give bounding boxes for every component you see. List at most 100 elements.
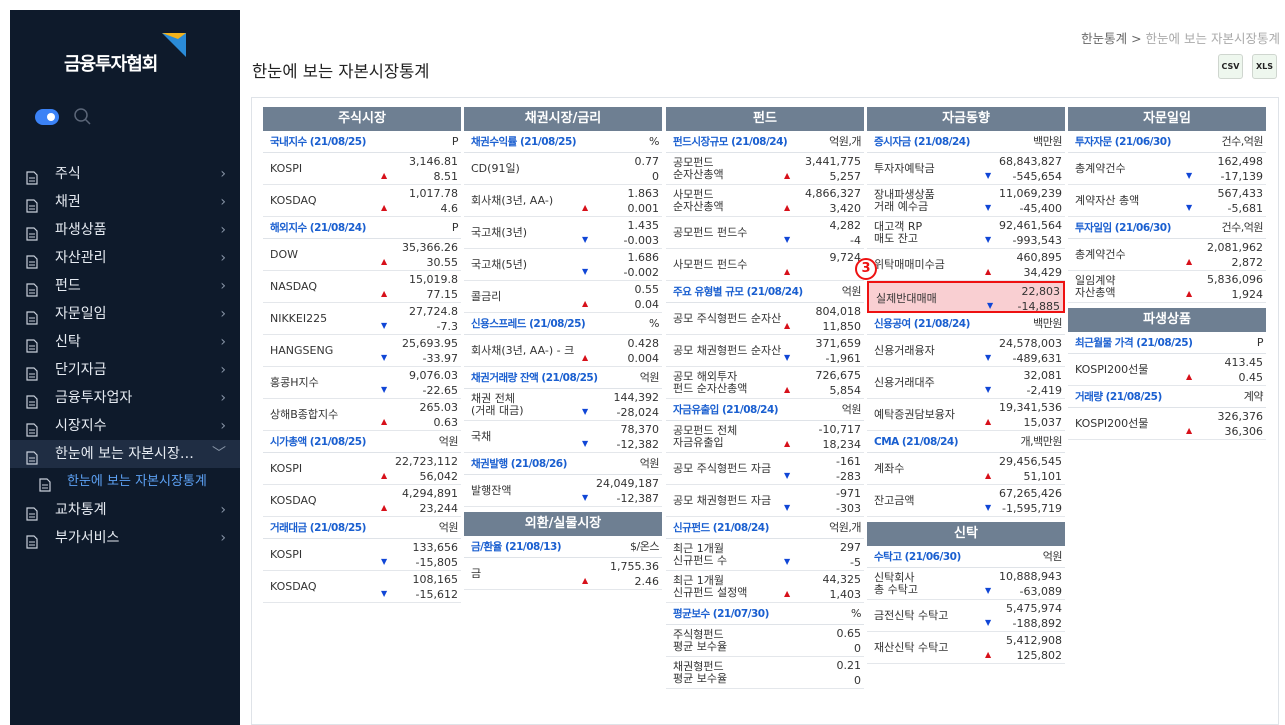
section-header[interactable]: 국내지수 (21/08/25) P [263,131,461,153]
section-title[interactable]: 펀드시장규모 (21/08/24) [673,136,788,148]
sidebar-item[interactable]: 시장지수 › [10,412,240,440]
section-header[interactable]: 최근월물 가격 (21/08/25) P [1068,332,1266,354]
stat-change: -303 [836,502,861,515]
section-title[interactable]: 주요 유형별 규모 (21/08/24) [673,286,803,298]
sidebar-item-label: 한눈에 보는 자본시장통계 [67,474,207,489]
stat-value: 0.65 [836,627,862,640]
section-title[interactable]: 금/환율 (21/08/13) [471,541,562,553]
logo-mark-icon [162,33,186,57]
section-title[interactable]: CMA (21/08/24) [874,436,959,448]
section-header[interactable]: 채권수익률 (21/08/25)% [464,131,662,153]
stat-value: -10,717 [818,423,861,436]
section-header[interactable]: 투자일임 (21/06/30) 건수,억원 [1068,217,1266,239]
sidebar-item[interactable]: 파생상품 › [10,216,240,244]
stat-name: 공모 주식형펀드 순자산 [673,312,782,325]
section-header[interactable]: 투자자문 (21/06/30) 건수,억원 [1068,131,1266,153]
sidebar-item[interactable]: 한눈에 보는 자본시장… ﹀ [10,440,240,468]
sidebar-item[interactable]: 자산관리 › [10,244,240,272]
stat-name: 총계약건수 [1075,248,1126,261]
section-title[interactable]: 투자일임 (21/06/30) [1075,222,1171,234]
stat-value: 67,265,426 [999,487,1062,500]
section-header[interactable]: 채권거래량 잔액 (21/08/25) 억원 [464,367,662,389]
sidebar-item[interactable]: 펀드 › [10,272,240,300]
section-header[interactable]: 금/환율 (21/08/13) $/온스 [464,536,662,558]
section-title[interactable]: 거래량 (21/08/25) [1075,391,1162,403]
stat-row: KOSPI200선물 ▲ 326,376 36,306 [1068,408,1266,440]
search-icon[interactable] [73,107,93,127]
section-header[interactable]: 자금유출입 (21/08/24) 억원 [666,399,864,421]
section-header[interactable]: 신용스프레드 (21/08/25)% [464,313,662,335]
stat-value: 1,755.36 [610,560,659,573]
stat-value: 22,803 [1021,285,1061,298]
stat-row: 공모펀드 전체 자금유출입 ▲ -10,717 18,234 [666,421,864,453]
sidebar-item[interactable]: 주식 › [10,160,240,188]
sidebar-item[interactable]: 금융투자업자 › [10,384,240,412]
section-header[interactable]: 수탁고 (21/06/30) 억원 [867,546,1065,568]
section-title[interactable]: 자금유출입 (21/08/24) [673,404,779,416]
arrow-down-icon: ▼ [784,471,791,480]
section-unit: 억원 [438,435,459,448]
block-header: 주식시장 [263,107,461,131]
section-title[interactable]: 거래대금 (21/08/25) [270,522,366,534]
stat-value: -971 [836,487,861,500]
arrow-down-icon: ▼ [784,503,791,512]
sidebar-item[interactable]: 채권 › [10,188,240,216]
section-header[interactable]: 시가총액 (21/08/25) 억원 [263,431,461,453]
stat-value: 24,578,003 [999,337,1062,350]
arrow-down-icon: ▼ [582,407,589,416]
section-title[interactable]: 국내지수 (21/08/25) [270,136,366,148]
section-title[interactable]: 시가총액 (21/08/25) [270,436,366,448]
stat-name: 계좌수 [874,462,905,475]
section-header[interactable]: 평균보수 (21/07/30)% [666,603,864,625]
stat-change: -283 [836,470,861,483]
arrow-up-icon: ▲ [381,471,388,480]
arrow-up-icon: ▲ [784,171,791,180]
stat-name: 회사채(3년, AA-) [471,194,554,207]
arrow-down-icon: ▼ [985,235,992,244]
section-title[interactable]: 해외지수 (21/08/24) [270,222,366,234]
sidebar-item[interactable]: 교차통계 › [10,496,240,524]
theme-toggle[interactable] [35,109,59,125]
xls-download-icon[interactable]: XLS [1252,54,1277,79]
stat-change: -33.97 [422,352,458,365]
section-title[interactable]: 채권거래량 잔액 (21/08/25) [471,372,598,384]
section-title[interactable]: 채권수익률 (21/08/25) [471,136,577,148]
stats-column: 자문일임 투자자문 (21/06/30) 건수,억원 총계약건수 ▼ 162,498 -17… [1068,107,1266,440]
sidebar-item[interactable]: 자문일임 › [10,300,240,328]
section-title[interactable]: 평균보수 (21/07/30) [673,608,769,620]
sidebar-item[interactable]: 한눈에 보는 자본시장통계 [10,468,240,496]
sidebar-item[interactable]: 단기자금 › [10,356,240,384]
section-header[interactable]: 증시자금 (21/08/24) 백만원 [867,131,1065,153]
section-header[interactable]: 해외지수 (21/08/24) P [263,217,461,239]
section-header[interactable]: 신용공여 (21/08/24) 백만원 [867,313,1065,335]
section-header[interactable]: 주요 유형별 규모 (21/08/24) 억원 [666,281,864,303]
breadcrumb-home[interactable]: 한눈통계 [1081,31,1127,46]
section-header[interactable]: 펀드시장규모 (21/08/24) 억원,개 [666,131,864,153]
sidebar-item[interactable]: 신탁 › [10,328,240,356]
section-title[interactable]: 채권발행 (21/08/26) [471,458,567,470]
arrow-up-icon: ▲ [582,203,589,212]
arrow-up-icon: ▲ [1186,372,1193,381]
arrow-up-icon: ▲ [1186,257,1193,266]
section-title[interactable]: 신용스프레드 (21/08/25) [471,318,586,330]
annotation-badge: 3 [855,258,877,280]
section-header[interactable]: 채권발행 (21/08/26) 억원 [464,453,662,475]
section-title[interactable]: 증시자금 (21/08/24) [874,136,970,148]
sidebar-item[interactable]: 부가서비스 › [10,524,240,552]
section-header[interactable]: CMA (21/08/24) 개,백만원 [867,431,1065,453]
section-title[interactable]: 최근월물 가격 (21/08/25) [1075,337,1193,349]
page-title: 한눈에 보는 자본시장통계 [252,62,430,81]
logo[interactable]: 금융투자협회 [10,24,240,75]
section-title[interactable]: 수탁고 (21/06/30) [874,551,961,563]
stat-change: 18,234 [822,438,862,451]
stat-change: 23,244 [419,502,459,515]
csv-download-icon[interactable]: CSV [1218,54,1243,79]
section-title[interactable]: 신규펀드 (21/08/24) [673,522,769,534]
section-title[interactable]: 투자자문 (21/06/30) [1075,136,1171,148]
section-title[interactable]: 신용공여 (21/08/24) [874,318,970,330]
section-header[interactable]: 신규펀드 (21/08/24) 억원,개 [666,517,864,539]
stat-row: 재산신탁 수탁고 ▲ 5,412,908 125,802 [867,632,1065,664]
stat-row: KOSPI200선물 ▲ 413.45 0.45 [1068,354,1266,386]
section-header[interactable]: 거래대금 (21/08/25) 억원 [263,517,461,539]
section-header[interactable]: 거래량 (21/08/25) 계약 [1068,386,1266,408]
